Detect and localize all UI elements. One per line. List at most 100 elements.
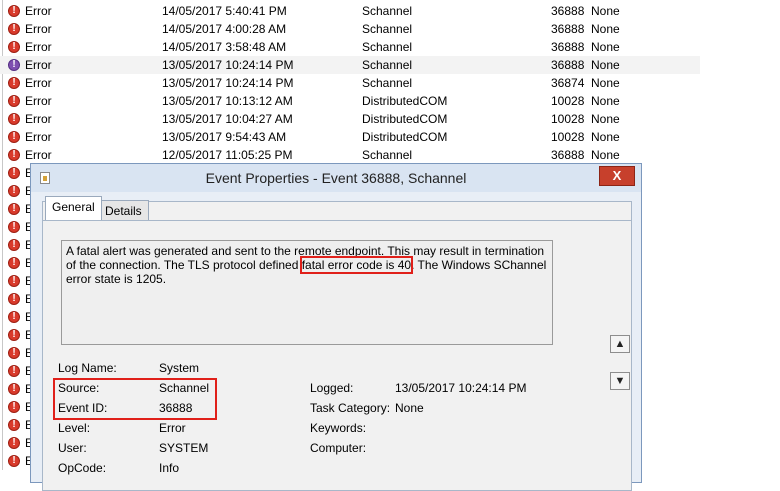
- scroll-up-button[interactable]: ▲: [610, 335, 630, 353]
- event-level: Error: [25, 148, 52, 162]
- source-eventid-highlight: [53, 378, 217, 420]
- error-icon: !: [8, 95, 20, 107]
- error-icon: !: [8, 23, 20, 35]
- event-date: 14/05/2017 3:58:48 AM: [162, 40, 287, 54]
- event-level: Error: [25, 130, 52, 144]
- task-category-value[interactable]: None: [395, 401, 424, 415]
- highlighted-error-code: fatal error code is 40: [299, 256, 414, 274]
- event-row[interactable]: ! Error 13/05/2017 10:24:14 PM Schannel 3688…: [0, 56, 700, 74]
- tab-details[interactable]: Details: [98, 200, 149, 220]
- event-source: DistributedCOM: [362, 130, 448, 144]
- event-source: Schannel: [362, 22, 413, 36]
- error-icon: !: [8, 239, 20, 251]
- error-icon: !: [8, 419, 20, 431]
- event-task: None: [591, 94, 620, 108]
- error-icon: !: [8, 185, 20, 197]
- event-task: None: [591, 148, 620, 162]
- event-source: Schannel: [362, 58, 413, 72]
- event-source: Schannel: [362, 4, 413, 18]
- dialog-title: Event Properties - Event 36888, Schannel: [205, 170, 467, 186]
- event-id: 36874: [551, 76, 585, 90]
- error-icon: !: [8, 221, 20, 233]
- error-icon: !: [8, 203, 20, 215]
- event-id: 36888: [551, 4, 585, 18]
- error-icon: !: [8, 149, 20, 161]
- event-properties-dialog: Event Properties - Event 36888, Schannel…: [30, 163, 642, 491]
- event-task: None: [591, 40, 620, 54]
- event-id: 36888: [551, 22, 585, 36]
- dialog-titlebar[interactable]: Event Properties - Event 36888, Schannel…: [31, 164, 641, 192]
- close-button[interactable]: X: [599, 166, 635, 186]
- event-id: 10028: [551, 94, 585, 108]
- event-task: None: [591, 130, 620, 144]
- event-date: 14/05/2017 5:40:41 PM: [162, 4, 287, 18]
- opcode-label: OpCode:: [58, 461, 107, 475]
- event-task: None: [591, 58, 620, 72]
- tab-general[interactable]: General: [45, 196, 102, 220]
- level-label: Level:: [58, 421, 91, 435]
- event-level: Error: [25, 4, 52, 18]
- error-icon: !: [8, 275, 20, 287]
- event-level: Error: [25, 112, 52, 126]
- event-id: 10028: [551, 130, 585, 144]
- event-date: 13/05/2017 10:13:12 AM: [162, 94, 293, 108]
- general-tab-panel: General Details A fatal alert was genera…: [42, 196, 632, 491]
- error-icon: !: [8, 131, 20, 143]
- error-icon: !: [8, 347, 20, 359]
- error-icon: !: [8, 113, 20, 125]
- logged-value[interactable]: 13/05/2017 10:24:14 PM: [395, 381, 526, 395]
- event-date: 14/05/2017 4:00:28 AM: [162, 22, 287, 36]
- event-level: Error: [25, 40, 52, 54]
- error-icon: !: [8, 383, 20, 395]
- error-icon: !: [8, 257, 20, 269]
- event-level: Error: [25, 58, 52, 72]
- arrow-up-icon: ▲: [614, 338, 626, 350]
- event-id: 36888: [551, 58, 585, 72]
- error-icon: !: [8, 77, 20, 89]
- error-icon: !: [8, 293, 20, 305]
- event-level: Error: [25, 94, 52, 108]
- error-icon: !: [8, 311, 20, 323]
- event-level: Error: [25, 22, 52, 36]
- log-name-label: Log Name:: [58, 361, 117, 375]
- event-description[interactable]: A fatal alert was generated and sent to …: [61, 240, 553, 345]
- scroll-down-button[interactable]: ▼: [610, 372, 630, 390]
- error-icon: !: [8, 365, 20, 377]
- event-task: None: [591, 112, 620, 126]
- opcode-value[interactable]: Info: [159, 461, 179, 475]
- arrow-down-icon: ▼: [614, 375, 626, 387]
- user-label: User:: [58, 441, 87, 455]
- event-id: 36888: [551, 40, 585, 54]
- event-date: 13/05/2017 10:24:14 PM: [162, 76, 294, 90]
- computer-label: Computer:: [310, 441, 367, 455]
- event-level: Error: [25, 76, 52, 90]
- error-icon: !: [8, 455, 20, 467]
- event-source: DistributedCOM: [362, 112, 448, 126]
- error-icon: !: [8, 59, 20, 71]
- error-icon: !: [8, 41, 20, 53]
- event-source: Schannel: [362, 40, 413, 54]
- event-source: DistributedCOM: [362, 94, 448, 108]
- event-date: 13/05/2017 10:04:27 AM: [162, 112, 293, 126]
- user-value[interactable]: SYSTEM: [159, 441, 208, 455]
- error-icon: !: [8, 401, 20, 413]
- event-task: None: [591, 76, 620, 90]
- event-date: 13/05/2017 10:24:14 PM: [162, 58, 294, 72]
- event-date: 12/05/2017 11:05:25 PM: [162, 148, 293, 162]
- error-icon: !: [8, 167, 20, 179]
- keywords-label: Keywords:: [310, 421, 367, 435]
- level-value[interactable]: Error: [159, 421, 186, 435]
- error-icon: !: [8, 437, 20, 449]
- event-task: None: [591, 4, 620, 18]
- event-task: None: [591, 22, 620, 36]
- event-id: 36888: [551, 148, 585, 162]
- event-date: 13/05/2017 9:54:43 AM: [162, 130, 287, 144]
- event-source: Schannel: [362, 148, 413, 162]
- task-category-label: Task Category:: [310, 401, 391, 415]
- logged-label: Logged:: [310, 381, 354, 395]
- error-icon: !: [8, 5, 20, 17]
- log-name-value[interactable]: System: [159, 361, 199, 375]
- event-id: 10028: [551, 112, 585, 126]
- error-icon: !: [8, 329, 20, 341]
- event-source: Schannel: [362, 76, 413, 90]
